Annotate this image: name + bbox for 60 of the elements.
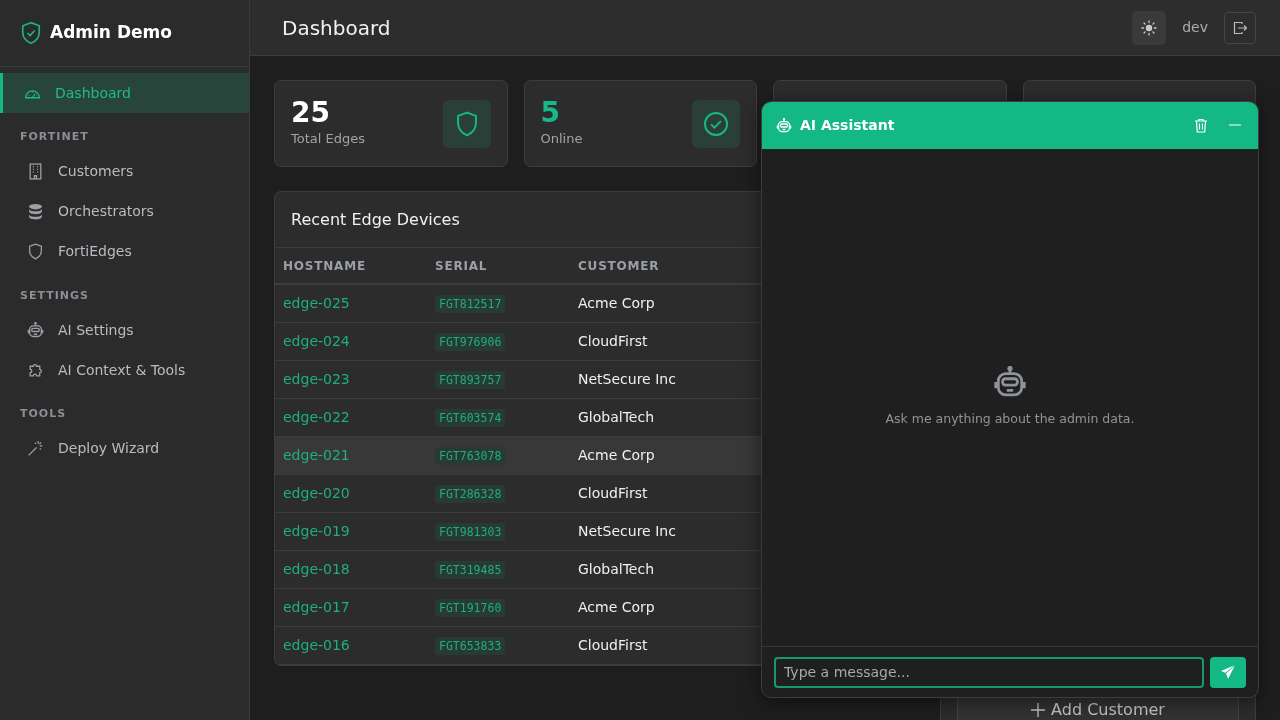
delete-button[interactable] bbox=[1192, 116, 1210, 135]
section-heading: TOOLS bbox=[19, 406, 68, 422]
hostname-link[interactable]: edge-019 bbox=[283, 522, 350, 539]
section-heading: SETTINGS bbox=[19, 287, 90, 304]
serial-tag: FGT763078 bbox=[435, 446, 506, 465]
shield-check-icon bbox=[20, 21, 42, 45]
send-button[interactable] bbox=[1210, 656, 1246, 688]
sidebar-item[interactable]: Deploy Wizard bbox=[0, 428, 249, 469]
hostname-link[interactable]: edge-022 bbox=[283, 408, 350, 425]
hostname-link[interactable]: edge-018 bbox=[283, 560, 350, 577]
stat-value: 5 bbox=[540, 98, 561, 130]
stat-value: 25 bbox=[291, 98, 331, 130]
serial-tag: FGT191760 bbox=[435, 598, 506, 617]
serial-tag: FGT603574 bbox=[435, 408, 506, 427]
sidebar-item[interactable]: Dashboard bbox=[0, 73, 249, 113]
hostname-link[interactable]: edge-017 bbox=[283, 598, 350, 615]
add-customer-button[interactable]: Add Customer bbox=[957, 696, 1239, 720]
serial-tag: FGT976906 bbox=[435, 332, 506, 351]
app-title: Admin Demo bbox=[50, 21, 172, 45]
stat-label: Total Edges bbox=[291, 130, 365, 149]
hostname-link[interactable]: edge-023 bbox=[283, 370, 350, 387]
serial-tag: FGT653833 bbox=[435, 636, 506, 655]
sidebar-item[interactable]: Orchestrators bbox=[0, 191, 249, 232]
robot-icon bbox=[27, 321, 44, 339]
assistant-title: AI Assistant bbox=[800, 116, 895, 135]
hostname-link[interactable]: edge-025 bbox=[283, 294, 350, 311]
sidebar-item[interactable]: AI Settings bbox=[0, 310, 249, 350]
sidebar-item[interactable]: Customers bbox=[0, 151, 249, 192]
hostname-link[interactable]: edge-016 bbox=[283, 636, 350, 653]
column-header: SERIAL bbox=[427, 248, 570, 284]
serial-tag: FGT812517 bbox=[435, 294, 506, 313]
puzzle-icon bbox=[27, 361, 44, 379]
trash-icon bbox=[1194, 118, 1208, 133]
magic-wand-icon bbox=[27, 440, 44, 457]
hostname-link[interactable]: edge-020 bbox=[283, 484, 350, 501]
message-input[interactable]: Type a message... bbox=[774, 656, 1204, 688]
serial-tag: FGT893757 bbox=[435, 370, 506, 389]
sun-icon bbox=[1141, 19, 1158, 36]
column-header: HOSTNAME bbox=[275, 248, 427, 284]
robot-icon bbox=[776, 117, 792, 134]
send-icon bbox=[1220, 664, 1236, 680]
serial-tag: FGT319485 bbox=[435, 560, 506, 579]
shield-icon bbox=[27, 243, 44, 260]
page-title: Dashboard bbox=[282, 15, 391, 40]
serial-tag: FGT286328 bbox=[435, 484, 506, 503]
logout-button[interactable] bbox=[1224, 11, 1256, 44]
hostname-link[interactable]: edge-024 bbox=[283, 332, 350, 349]
hostname-link[interactable]: edge-021 bbox=[283, 446, 350, 463]
logout-icon bbox=[1232, 19, 1248, 36]
database-icon bbox=[27, 203, 44, 220]
plus-icon bbox=[1031, 702, 1046, 717]
stat-label: Online bbox=[540, 130, 583, 149]
serial-tag: FGT981303 bbox=[435, 522, 506, 541]
sidebar-item[interactable]: FortiEdges bbox=[0, 231, 249, 272]
section-heading: FORTINET bbox=[19, 129, 90, 145]
user-name: dev bbox=[1182, 18, 1208, 37]
building-icon bbox=[27, 163, 44, 180]
sidebar-item[interactable]: AI Context & Tools bbox=[0, 350, 249, 390]
check-circle-icon bbox=[703, 110, 729, 137]
theme-toggle-button[interactable] bbox=[1132, 10, 1167, 45]
